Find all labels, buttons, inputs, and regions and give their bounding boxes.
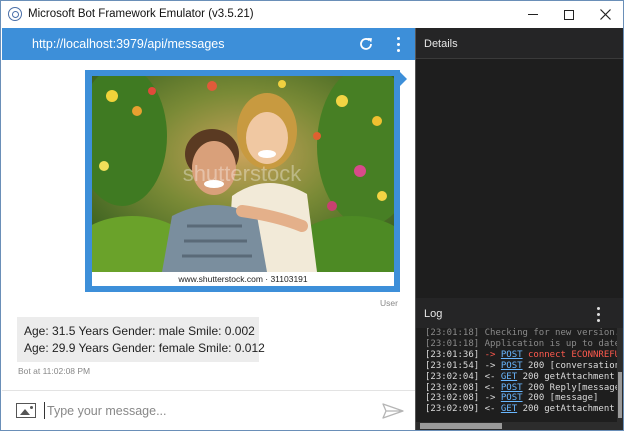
log-text: Checking for new version... xyxy=(484,328,623,338)
log-time: [23:01:54] xyxy=(425,360,480,371)
maximize-icon xyxy=(564,9,574,20)
bot-timestamp: Bot at 11:02:08 PM xyxy=(18,366,91,376)
log-verb-link[interactable]: GET xyxy=(501,404,517,414)
maximize-button[interactable] xyxy=(549,1,589,28)
log-time: [23:01:18] xyxy=(425,328,480,338)
bubble-tail xyxy=(400,72,407,86)
message-input-bar xyxy=(2,390,415,430)
log-entry: [23:01:54] -> POST 200 [conversationUpda… xyxy=(416,361,623,372)
log-verb-link[interactable]: POST xyxy=(501,361,523,371)
log-time: [23:02:04] xyxy=(425,371,480,382)
chat-header: http://localhost:3979/api/messages xyxy=(2,28,415,60)
log-time: [23:02:08] xyxy=(425,382,480,393)
log-verb-link[interactable]: POST xyxy=(501,393,523,403)
log-direction: <- xyxy=(484,404,496,415)
log-panel: Log [23:01:18] Checking for new version.… xyxy=(416,298,623,430)
details-title: Details xyxy=(424,38,458,50)
log-status: 200 xyxy=(527,393,545,404)
log-entry: [23:02:08] -> POST 200 [message] xyxy=(416,393,623,404)
log-status: 200 xyxy=(527,360,545,371)
log-status: 200 xyxy=(527,382,545,393)
emulator-window: Microsoft Bot Framework Emulator (v3.5.2… xyxy=(0,0,624,431)
chat-menu-icon[interactable] xyxy=(394,35,404,53)
log-header: Log xyxy=(416,298,623,328)
details-panel: Details xyxy=(416,28,623,298)
log-direction: -> xyxy=(484,349,496,360)
log-entry: [23:02:04] <- GET 200 getAttachment xyxy=(416,372,623,383)
svg-text:shutterstock: shutterstock xyxy=(183,161,303,186)
log-entry: [23:01:18] Application is up to date. xyxy=(416,339,623,350)
log-direction: <- xyxy=(484,371,496,382)
log-menu-icon[interactable] xyxy=(596,306,602,322)
bot-message-bubble[interactable]: Age: 31.5 Years Gender: male Smile: 0.00… xyxy=(17,317,265,362)
refresh-icon[interactable] xyxy=(358,36,374,52)
photo-caption: www.shutterstock.com · 31103191 xyxy=(92,272,394,286)
close-button[interactable] xyxy=(585,1,624,28)
log-entry: [23:02:08] <- POST 200 Reply[message] xyxy=(416,383,623,394)
couple-photo-image: shutterstock xyxy=(92,76,394,286)
log-status: connect ECONNREFUSED xyxy=(527,349,623,360)
bot-message-line: Age: 31.5 Years Gender: male Smile: 0.00… xyxy=(24,324,255,338)
message-input[interactable] xyxy=(47,401,367,421)
log-text: Application is up to date. xyxy=(484,338,623,349)
log-vertical-scroll-thumb[interactable] xyxy=(618,372,622,418)
log-horizontal-scroll-thumb[interactable] xyxy=(420,423,502,429)
log-verb-link[interactable]: POST xyxy=(501,350,523,360)
log-status: 200 xyxy=(522,371,539,382)
log-vertical-scrollbar[interactable] xyxy=(617,328,623,422)
bot-message-line: Age: 29.9 Years Gender: female Smile: 0.… xyxy=(24,340,265,355)
log-direction: -> xyxy=(484,360,496,371)
close-icon xyxy=(599,9,611,20)
log-verb-link[interactable]: POST xyxy=(501,383,523,393)
title-bar: Microsoft Bot Framework Emulator (v3.5.2… xyxy=(1,1,623,28)
user-sender-label: User xyxy=(380,298,398,308)
log-time: [23:01:36] xyxy=(425,349,480,360)
log-status: 200 xyxy=(522,404,539,415)
send-icon[interactable] xyxy=(382,403,404,419)
log-detail: [message] xyxy=(549,393,599,404)
image-upload-icon[interactable] xyxy=(16,403,36,418)
attachment-photo: shutterstock www.shutterstock.com · 3110… xyxy=(92,76,394,286)
minimize-button[interactable] xyxy=(513,1,553,28)
log-detail: [conversationUpdate] xyxy=(549,360,623,371)
minimize-icon xyxy=(528,14,538,15)
log-time: [23:02:08] xyxy=(425,393,480,404)
log-verb-link[interactable]: GET xyxy=(501,372,517,382)
chat-transcript[interactable]: shutterstock www.shutterstock.com · 3110… xyxy=(2,60,415,390)
log-direction: <- xyxy=(484,382,496,393)
bot-emulator-logo-icon xyxy=(8,7,22,21)
text-cursor xyxy=(44,402,45,419)
details-header: Details xyxy=(416,28,623,59)
log-detail: getAttachment xyxy=(544,371,615,382)
log-entry: [23:02:09] <- GET 200 getAttachment xyxy=(416,404,623,415)
log-entry: [23:01:18] Checking for new version... xyxy=(416,328,623,339)
log-entries[interactable]: [23:01:18] Checking for new version... [… xyxy=(416,328,623,422)
log-detail: Reply[message] xyxy=(549,382,623,393)
log-title: Log xyxy=(424,308,443,320)
log-horizontal-scrollbar[interactable] xyxy=(416,422,623,430)
window-title: Microsoft Bot Framework Emulator (v3.5.2… xyxy=(28,8,254,20)
log-time: [23:02:09] xyxy=(425,404,480,415)
endpoint-url[interactable]: http://localhost:3979/api/messages xyxy=(32,37,224,51)
log-detail: getAttachment xyxy=(544,404,615,415)
log-direction: -> xyxy=(484,393,496,404)
log-time: [23:01:18] xyxy=(425,338,480,349)
log-entry: [23:01:36] -> POST connect ECONNREFUSED xyxy=(416,350,623,361)
user-image-attachment[interactable]: shutterstock www.shutterstock.com · 3110… xyxy=(85,70,400,292)
